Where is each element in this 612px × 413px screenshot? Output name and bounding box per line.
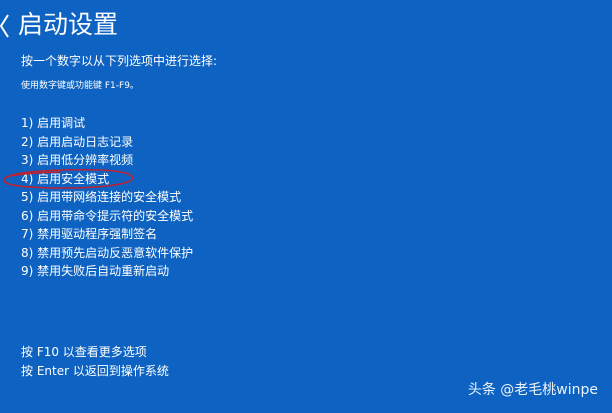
return-to-os-hint: 按 Enter 以返回到操作系统 — [21, 363, 169, 378]
option-enable-debugging[interactable]: 1) 启用调试 — [21, 114, 193, 133]
hint-text: 使用数字键或功能键 F1-F9。 — [21, 81, 139, 91]
option-disable-driver-signature-enforcement[interactable]: 7) 禁用驱动程序强制签名 — [21, 225, 193, 244]
option-enable-boot-logging[interactable]: 2) 启用启动日志记录 — [21, 133, 193, 152]
instruction-text: 按一个数字以从下列选项中进行选择: — [21, 54, 218, 68]
option-enable-safe-mode-command-prompt[interactable]: 6) 启用带命令提示符的安全模式 — [21, 207, 193, 226]
page-title: 启动设置 — [18, 10, 119, 39]
startup-options-list: 1) 启用调试 2) 启用启动日志记录 3) 启用低分辨率视频 4) 启用安全模… — [21, 114, 193, 281]
back-arrow-icon[interactable] — [0, 13, 10, 39]
more-options-hint: 按 F10 以查看更多选项 — [21, 345, 147, 359]
footer: 按 F10 以查看更多选项 按 Enter 以返回到操作系统 — [21, 343, 169, 380]
watermark: 头条 @老毛桃winpe — [467, 382, 598, 398]
option-enable-safe-mode-networking[interactable]: 5) 启用带网络连接的安全模式 — [21, 188, 193, 207]
option-disable-auto-restart[interactable]: 9) 禁用失败后自动重新启动 — [21, 262, 193, 281]
option-disable-early-launch-antimalware[interactable]: 8) 禁用预先启动反恶意软件保护 — [21, 244, 193, 263]
option-enable-low-resolution-video[interactable]: 3) 启用低分辨率视频 — [21, 151, 193, 170]
option-enable-safe-mode[interactable]: 4) 启用安全模式 — [21, 170, 193, 189]
